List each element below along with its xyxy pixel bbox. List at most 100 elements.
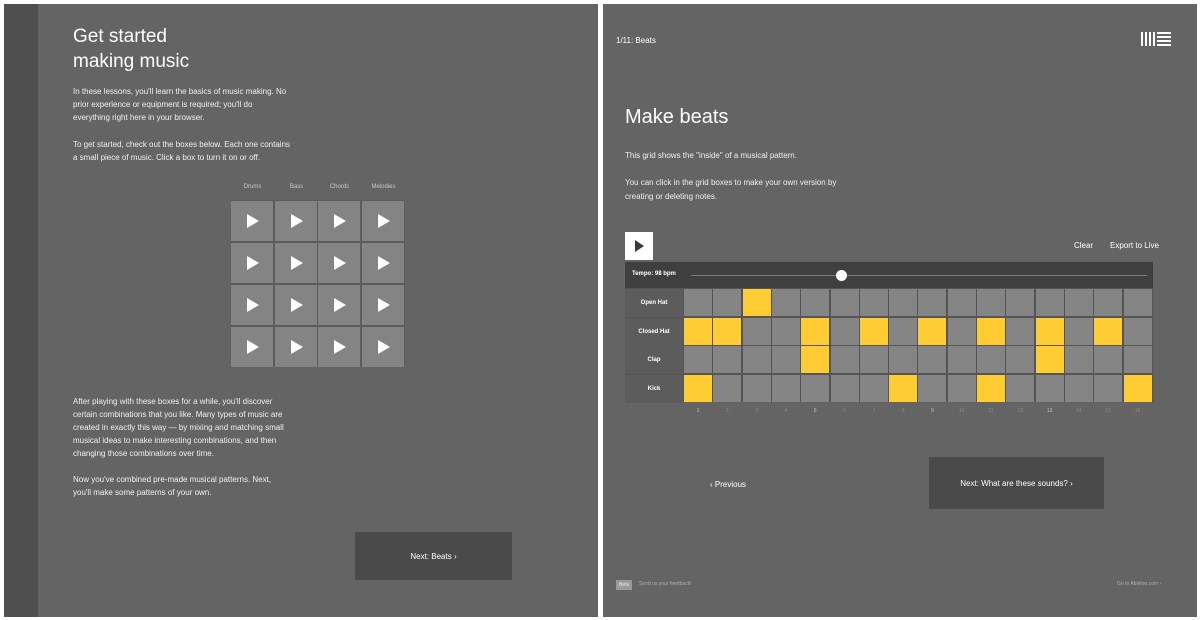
step-cell[interactable] (1006, 374, 1035, 402)
step-cell[interactable] (1035, 346, 1064, 373)
text-line: everything right here in your browser. (73, 113, 205, 122)
row-label-clap: Clap (625, 346, 683, 374)
step-cell[interactable] (918, 346, 947, 373)
step-cell[interactable] (918, 317, 947, 345)
clip-box-drums[interactable] (231, 285, 273, 325)
step-cell[interactable] (889, 374, 918, 402)
step-cell[interactable] (947, 374, 976, 402)
step-cell[interactable] (1035, 374, 1064, 402)
step-cell[interactable] (742, 374, 771, 402)
clip-box-chords[interactable] (318, 285, 360, 325)
step-cell[interactable] (977, 346, 1005, 373)
clip-box-melodies[interactable] (362, 201, 404, 241)
step-cell[interactable] (830, 317, 859, 345)
clip-box-melodies[interactable] (362, 327, 404, 367)
step-cell[interactable] (1035, 289, 1064, 316)
step-cell[interactable] (859, 289, 888, 316)
step-cell[interactable] (830, 289, 859, 316)
step-cell[interactable] (1006, 317, 1035, 345)
row-label-open-hat: Open Hat (625, 289, 683, 317)
step-cell[interactable] (742, 346, 771, 373)
step-cell[interactable] (742, 289, 771, 316)
step-cell[interactable] (1094, 374, 1123, 402)
step-number: 2 (725, 408, 729, 414)
ableton-link[interactable]: Go to Ableton.com › (1117, 581, 1161, 587)
clip-box-chords[interactable] (318, 327, 360, 367)
clear-button[interactable]: Clear (1074, 241, 1093, 250)
step-cell[interactable] (859, 374, 888, 402)
clip-box-bass[interactable] (275, 285, 317, 325)
step-cell[interactable] (1094, 317, 1123, 345)
export-to-live-button[interactable]: Export to Live (1110, 241, 1159, 250)
step-cell[interactable] (947, 317, 976, 345)
breadcrumb: 1/11: Beats (616, 36, 656, 45)
step-cell[interactable] (713, 289, 742, 316)
text-line: This grid shows the "inside" of a musica… (625, 151, 797, 160)
clip-box-drums[interactable] (231, 243, 273, 283)
step-cell[interactable] (1094, 346, 1123, 373)
step-cell[interactable] (801, 317, 830, 345)
text-line: In these lessons, you'll learn the basic… (73, 87, 287, 96)
step-cell[interactable] (918, 374, 947, 402)
step-cell[interactable] (801, 346, 830, 373)
step-cell[interactable] (977, 289, 1005, 316)
step-cell[interactable] (1094, 289, 1123, 316)
text-line: you'll make some patterns of your own. (73, 488, 212, 497)
step-cell[interactable] (947, 346, 976, 373)
play-button[interactable] (625, 232, 653, 260)
step-cell[interactable] (1006, 346, 1035, 373)
step-cell[interactable] (713, 346, 742, 373)
clip-box-melodies[interactable] (362, 285, 404, 325)
tempo-slider[interactable] (691, 270, 1147, 281)
clip-box-bass[interactable] (275, 201, 317, 241)
step-cell[interactable] (977, 317, 1005, 345)
step-cell[interactable] (684, 346, 712, 373)
step-cell[interactable] (1006, 289, 1035, 316)
step-cell[interactable] (1123, 289, 1152, 316)
step-cell[interactable] (771, 317, 800, 345)
step-cell[interactable] (1064, 374, 1093, 402)
step-cell[interactable] (684, 289, 712, 316)
step-cell[interactable] (947, 289, 976, 316)
previous-button[interactable]: ‹ Previous (710, 480, 746, 489)
clip-box-chords[interactable] (318, 201, 360, 241)
clip-box-bass[interactable] (275, 243, 317, 283)
step-cell[interactable] (889, 346, 918, 373)
clip-box-drums[interactable] (231, 201, 273, 241)
step-cell[interactable] (801, 374, 830, 402)
clip-box-chords[interactable] (318, 243, 360, 283)
step-cell[interactable] (684, 317, 712, 345)
ableton-logo-icon[interactable] (1141, 32, 1171, 46)
step-cell[interactable] (1064, 317, 1093, 345)
step-cell[interactable] (1123, 317, 1152, 345)
step-cell[interactable] (771, 289, 800, 316)
step-cell[interactable] (1064, 289, 1093, 316)
step-cell[interactable] (713, 374, 742, 402)
next-beats-button[interactable]: Next: Beats › (355, 532, 512, 580)
step-cell[interactable] (977, 374, 1005, 402)
step-cell[interactable] (713, 317, 742, 345)
step-cell[interactable] (830, 346, 859, 373)
clip-box-melodies[interactable] (362, 243, 404, 283)
step-cell[interactable] (771, 346, 800, 373)
step-cell[interactable] (889, 317, 918, 345)
step-cell[interactable] (1035, 317, 1064, 345)
step-cell[interactable] (859, 346, 888, 373)
step-number: 9 (931, 408, 934, 414)
step-cell[interactable] (1123, 346, 1152, 373)
next-sounds-button[interactable]: Next: What are these sounds? › (929, 457, 1104, 509)
clip-box-drums[interactable] (231, 327, 273, 367)
step-cell[interactable] (742, 317, 771, 345)
step-cell[interactable] (859, 317, 888, 345)
clip-box-bass[interactable] (275, 327, 317, 367)
step-cell[interactable] (830, 374, 859, 402)
step-cell[interactable] (1064, 346, 1093, 373)
step-cell[interactable] (889, 289, 918, 316)
step-cell[interactable] (771, 374, 800, 402)
step-cell[interactable] (801, 289, 830, 316)
step-cell[interactable] (684, 374, 712, 402)
tempo-slider-handle[interactable] (836, 270, 848, 281)
feedback-link[interactable]: Send us your feedback! (639, 581, 692, 587)
step-cell[interactable] (918, 289, 947, 316)
step-cell[interactable] (1123, 374, 1152, 402)
